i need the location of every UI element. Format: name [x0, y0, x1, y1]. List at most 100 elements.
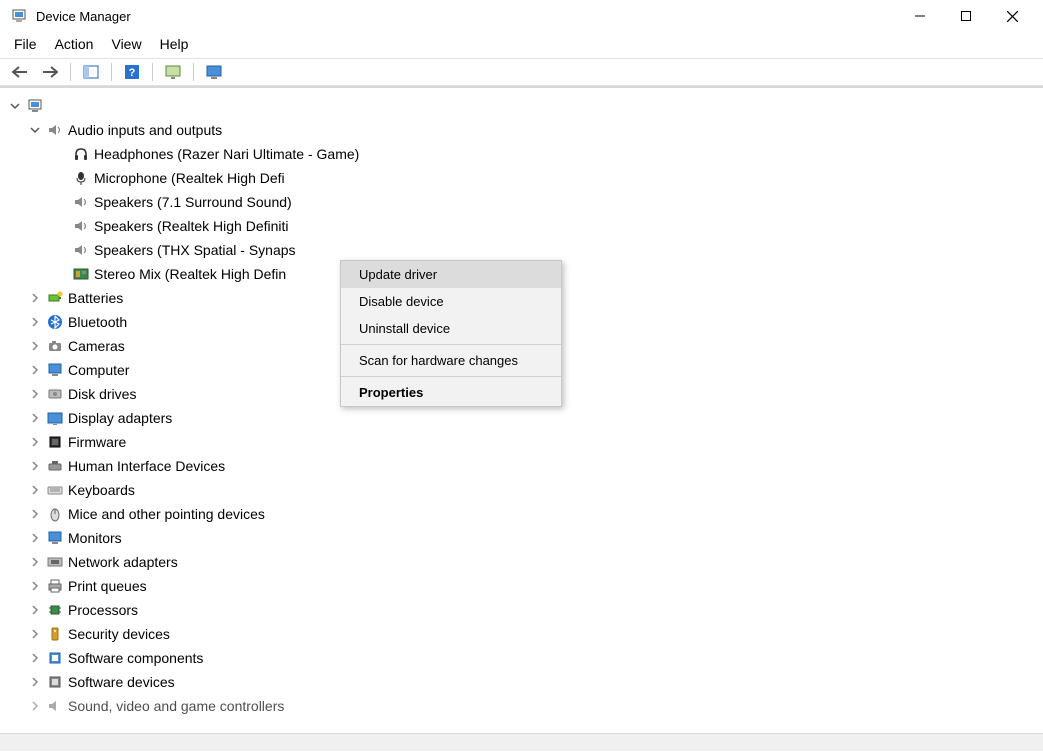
firmware-icon [46, 433, 64, 451]
chevron-right-icon[interactable] [28, 579, 42, 593]
keyboards-label: Keyboards [68, 482, 135, 498]
display-adapters-label: Display adapters [68, 410, 172, 426]
menubar: File Action View Help [0, 32, 1043, 58]
toolbar-separator [193, 63, 194, 81]
ctx-update-driver[interactable]: Update driver [341, 261, 561, 288]
microphone-icon [72, 169, 90, 187]
monitor-icon [46, 529, 64, 547]
device-speakers-realtek[interactable]: Speakers (Realtek High Definiti [8, 214, 1043, 238]
chevron-right-icon[interactable] [28, 531, 42, 545]
back-button[interactable] [8, 61, 32, 83]
category-hid[interactable]: Human Interface Devices [8, 454, 1043, 478]
window-controls [897, 0, 1035, 32]
chevron-right-icon[interactable] [28, 603, 42, 617]
svg-text:?: ? [129, 67, 136, 79]
ctx-disable-device[interactable]: Disable device [341, 288, 561, 315]
device-headphones[interactable]: Headphones (Razer Nari Ultimate - Game) [8, 142, 1043, 166]
headphones-icon [72, 145, 90, 163]
toolbar: ? [0, 58, 1043, 86]
chevron-down-icon[interactable] [8, 99, 22, 113]
chevron-right-icon[interactable] [28, 435, 42, 449]
chevron-right-icon[interactable] [28, 459, 42, 473]
context-separator [341, 344, 561, 345]
category-print-queues[interactable]: Print queues [8, 574, 1043, 598]
toolbar-separator [111, 63, 112, 81]
maximize-button[interactable] [943, 0, 989, 32]
show-hide-tree-button[interactable] [79, 61, 103, 83]
printer-icon [46, 577, 64, 595]
software-devices-label: Software devices [68, 674, 175, 690]
chevron-down-icon[interactable] [28, 123, 42, 137]
hid-icon [46, 457, 64, 475]
category-mice[interactable]: Mice and other pointing devices [8, 502, 1043, 526]
category-display-adapters[interactable]: Display adapters [8, 406, 1043, 430]
minimize-button[interactable] [897, 0, 943, 32]
root-node[interactable] [8, 94, 1043, 118]
category-monitors[interactable]: Monitors [8, 526, 1043, 550]
close-button[interactable] [989, 0, 1035, 32]
device-speakers-71[interactable]: Speakers (7.1 Surround Sound) [8, 190, 1043, 214]
camera-icon [46, 337, 64, 355]
speakers-71-label: Speakers (7.1 Surround Sound) [94, 194, 292, 210]
software-device-icon [46, 673, 64, 691]
ctx-uninstall-device[interactable]: Uninstall device [341, 315, 561, 342]
category-processors[interactable]: Processors [8, 598, 1043, 622]
software-components-label: Software components [68, 650, 203, 666]
category-software-components[interactable]: Software components [8, 646, 1043, 670]
processors-label: Processors [68, 602, 138, 618]
device-speakers-thx[interactable]: Speakers (THX Spatial - Synaps [8, 238, 1043, 262]
chevron-right-icon[interactable] [28, 627, 42, 641]
window-title: Device Manager [36, 9, 897, 24]
menu-help[interactable]: Help [160, 36, 189, 52]
help-button[interactable]: ? [120, 61, 144, 83]
chevron-right-icon[interactable] [28, 411, 42, 425]
forward-button[interactable] [38, 61, 62, 83]
batteries-label: Batteries [68, 290, 123, 306]
chevron-right-icon[interactable] [28, 387, 42, 401]
chevron-right-icon[interactable] [28, 291, 42, 305]
category-keyboards[interactable]: Keyboards [8, 478, 1043, 502]
bluetooth-label: Bluetooth [68, 314, 127, 330]
security-icon [46, 625, 64, 643]
cameras-label: Cameras [68, 338, 125, 354]
horizontal-scrollbar[interactable] [0, 733, 1043, 751]
ctx-properties[interactable]: Properties [341, 379, 561, 406]
category-audio[interactable]: Audio inputs and outputs [8, 118, 1043, 142]
menu-file[interactable]: File [14, 36, 37, 52]
speakers-thx-label: Speakers (THX Spatial - Synaps [94, 242, 296, 258]
chevron-right-icon[interactable] [28, 651, 42, 665]
chevron-right-icon[interactable] [28, 507, 42, 521]
chevron-right-icon[interactable] [28, 675, 42, 689]
bluetooth-icon [46, 313, 64, 331]
network-adapters-label: Network adapters [68, 554, 178, 570]
category-firmware[interactable]: Firmware [8, 430, 1043, 454]
monitor-button[interactable] [202, 61, 226, 83]
microphone-label: Microphone (Realtek High Defi [94, 170, 285, 186]
menu-action[interactable]: Action [55, 36, 94, 52]
context-menu: Update driver Disable device Uninstall d… [340, 260, 562, 407]
menu-view[interactable]: View [111, 36, 141, 52]
chevron-right-icon[interactable] [28, 339, 42, 353]
speaker-icon [72, 193, 90, 211]
category-network-adapters[interactable]: Network adapters [8, 550, 1043, 574]
mice-label: Mice and other pointing devices [68, 506, 265, 522]
disk-drives-label: Disk drives [68, 386, 136, 402]
chevron-right-icon[interactable] [28, 483, 42, 497]
category-software-devices[interactable]: Software devices [8, 670, 1043, 694]
scan-hardware-button[interactable] [161, 61, 185, 83]
speaker-icon [46, 121, 64, 139]
ctx-scan-hardware[interactable]: Scan for hardware changes [341, 347, 561, 374]
speaker-icon [72, 217, 90, 235]
chevron-right-icon[interactable] [28, 555, 42, 569]
chevron-right-icon[interactable] [28, 699, 42, 713]
category-security-devices[interactable]: Security devices [8, 622, 1043, 646]
chevron-right-icon[interactable] [28, 363, 42, 377]
computer-icon [46, 361, 64, 379]
hid-label: Human Interface Devices [68, 458, 225, 474]
device-microphone[interactable]: Microphone (Realtek High Defi [8, 166, 1043, 190]
print-queues-label: Print queues [68, 578, 147, 594]
disk-icon [46, 385, 64, 403]
chevron-right-icon[interactable] [28, 315, 42, 329]
firmware-label: Firmware [68, 434, 126, 450]
category-sound-controllers[interactable]: Sound, video and game controllers [8, 694, 1043, 718]
